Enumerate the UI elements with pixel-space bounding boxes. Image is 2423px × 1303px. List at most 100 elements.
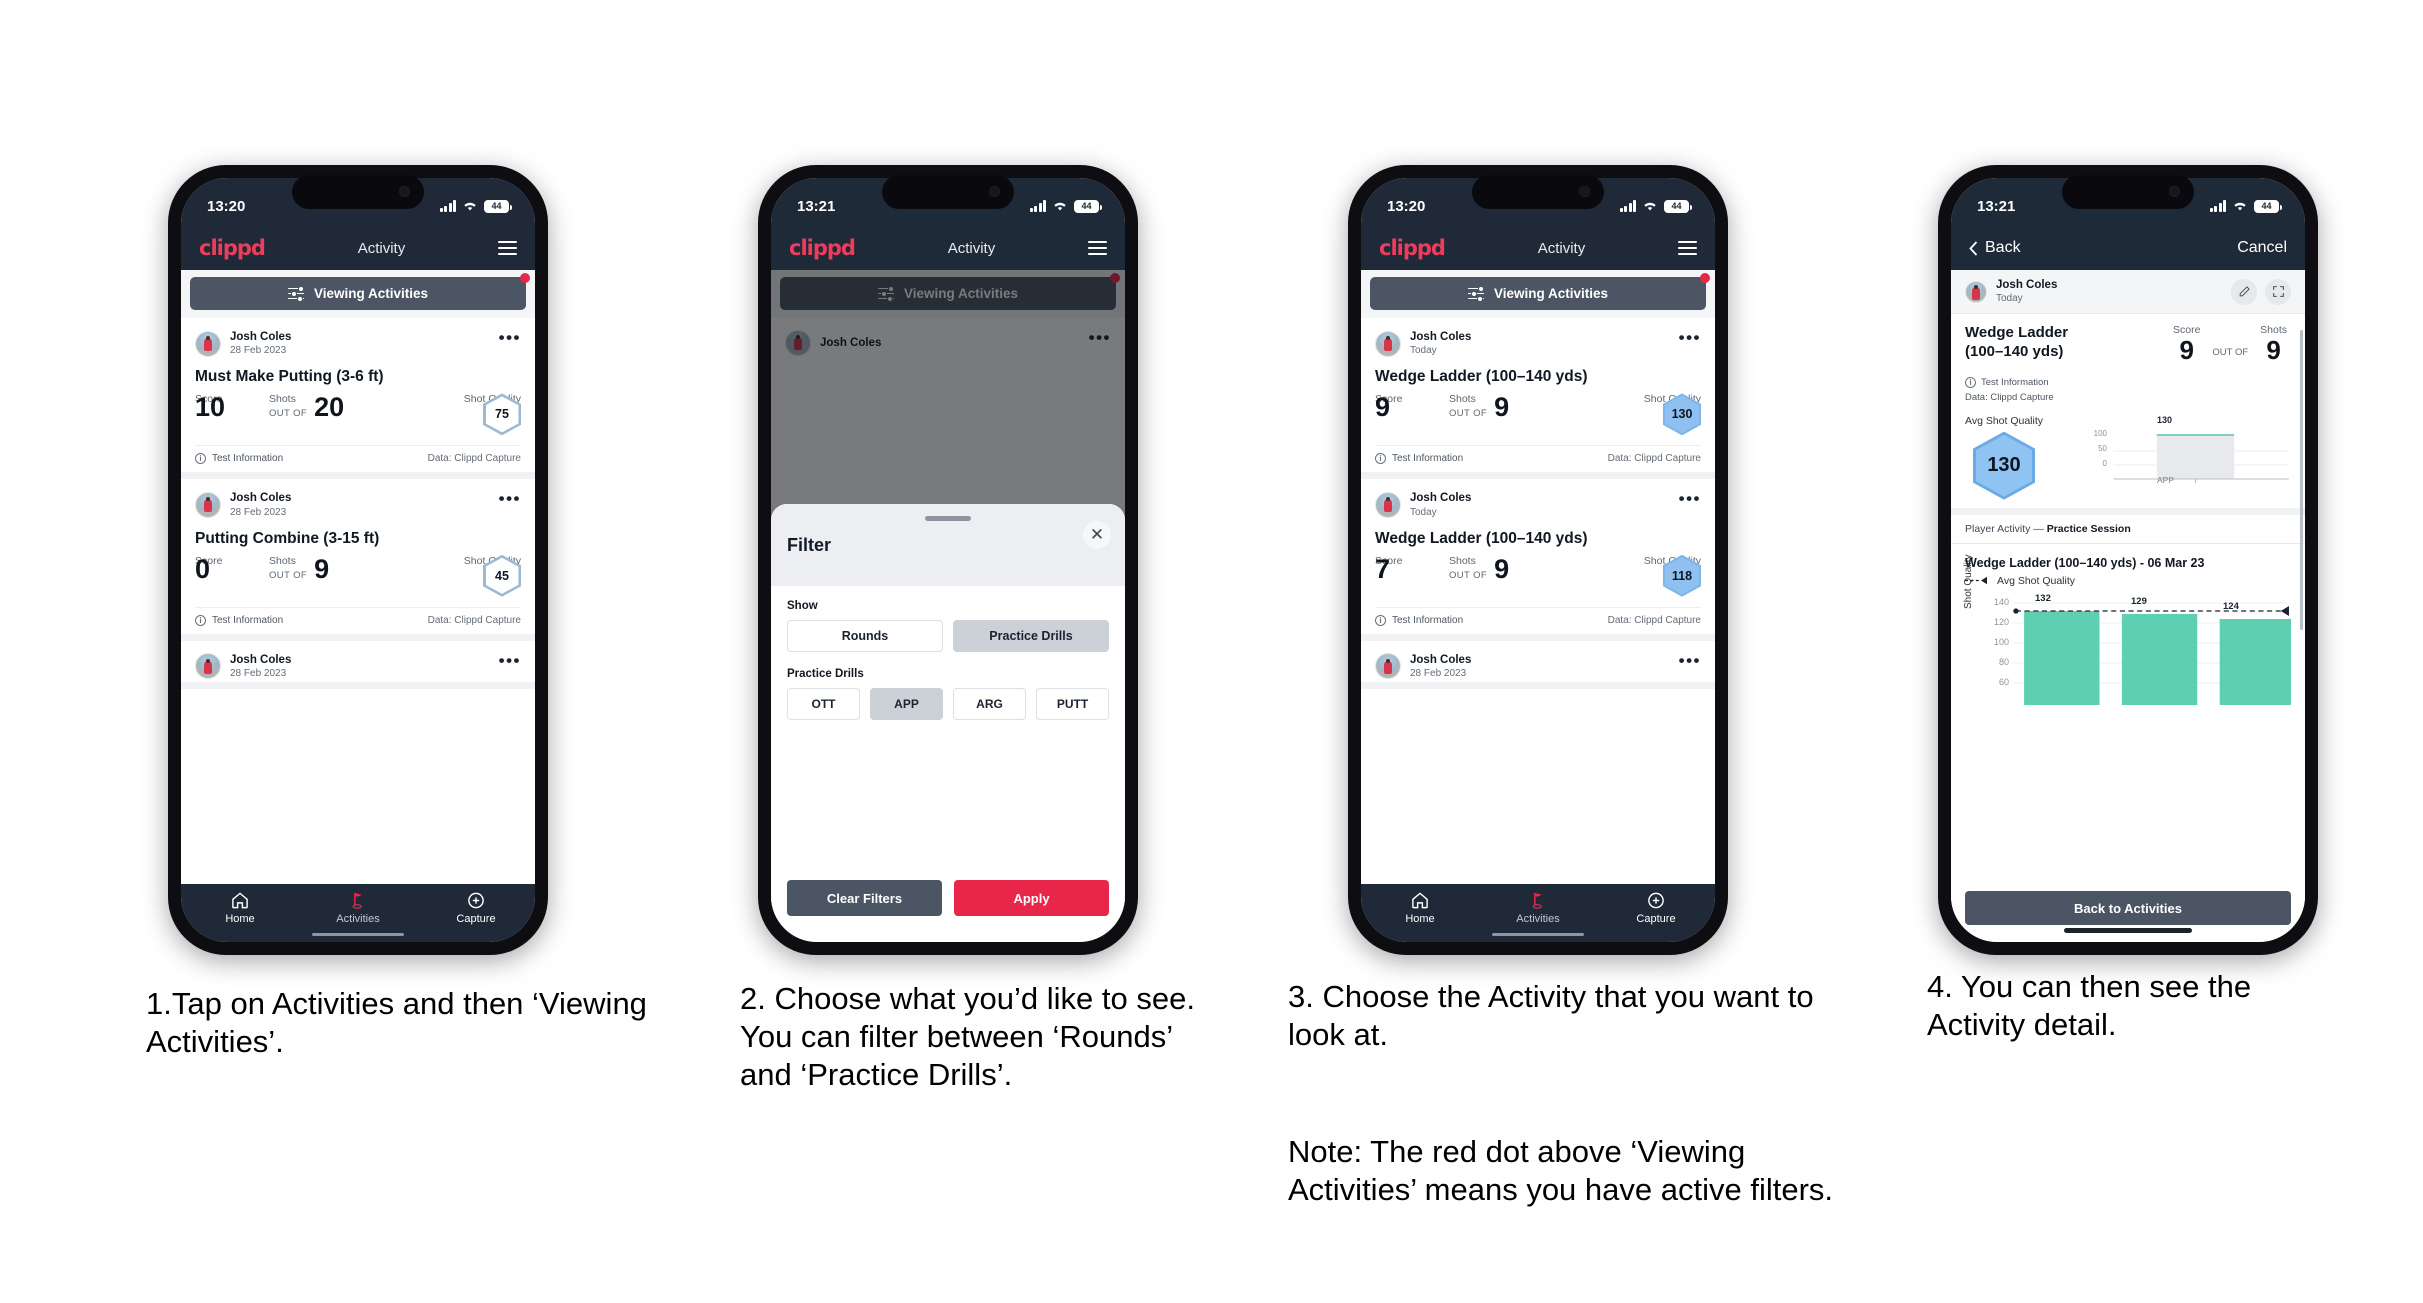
shot-quality-hexagon: 130 [1663,393,1701,436]
chart-title: Wedge Ladder (100–140 yds) - 06 Mar 23 [1965,555,2205,570]
menu-icon[interactable] [498,240,517,256]
detail-meta: i Test Information Data: Clippd Capture [1965,375,2291,405]
show-label: Show [787,600,818,612]
tab-home[interactable]: Home [182,891,299,925]
battery-icon: 44 [1664,199,1692,213]
tab-activities[interactable]: Activities [1480,891,1597,925]
score-value: 10 [195,392,226,423]
caption-step-3: 3. Choose the Activity that you want to … [1288,979,1814,1052]
page-title: Activity [357,239,406,257]
chevron-left-icon [1969,240,1978,256]
activity-date: 28 Feb 2023 [230,668,287,680]
back-to-activities-button[interactable]: Back to Activities [1965,891,2291,925]
cellular-icon [2209,200,2226,212]
mini-bar-label: 130 [2157,414,2173,425]
avg-shot-quality-hexagon: 130 [1973,431,2035,500]
activity-title: Putting Combine (3-15 ft) [195,529,380,547]
data-source-label: Data: Clippd Capture [427,614,521,626]
plus-circle-icon [1648,892,1664,909]
practice-drills-label: Practice Drills [787,668,864,680]
page-title: Activity [1537,239,1586,257]
caption-step-4: 4. You can then see the Activity detail. [1927,969,2252,1042]
activity-date: 28 Feb 2023 [1410,668,1467,680]
apply-button[interactable]: Apply [954,880,1109,916]
card-menu-icon[interactable]: ••• [1679,490,1701,507]
modal-footer: Clear Filters Apply [771,880,1125,942]
activity-card[interactable]: Josh Coles 28 Feb 2023 ••• [181,640,535,690]
menu-icon[interactable] [1088,240,1107,256]
info-icon: i [1375,614,1386,626]
tab-capture[interactable]: Capture [1598,891,1715,925]
fullscreen-icon[interactable] [2265,278,2291,305]
mini-ytick-100: 100 [2093,428,2107,438]
mini-xtick-app: APP [2157,474,2175,485]
scrollbar[interactable] [2300,330,2303,630]
drag-handle[interactable] [925,516,971,521]
screen-body-2: Viewing Activities Josh Coles ••• [771,270,1125,942]
status-time: 13:21 [1977,197,2016,215]
card-menu-icon[interactable]: ••• [1679,652,1701,669]
score-value: 9 [1375,392,1391,423]
avatar [195,492,221,519]
card-menu-icon[interactable]: ••• [499,490,521,507]
chip-arg[interactable]: ARG [953,688,1026,720]
tab-capture[interactable]: Capture [418,891,535,925]
user-name: Josh Coles [1410,653,1472,666]
avatar [1965,280,1987,303]
tab-label: Capture [1636,913,1676,925]
chip-app[interactable]: APP [870,688,943,720]
shot-quality-bar-chart: Shot Quality 140 120 100 80 60 132 129 1… [1963,554,2291,705]
avatar [195,330,221,357]
show-options: Rounds Practice Drills [787,620,1109,652]
tab-bar-1: Home Activities Capture [181,884,535,942]
plus-circle-icon [468,892,484,909]
chart-legend: Avg Shot Quality [1965,575,2291,587]
menu-icon[interactable] [1678,240,1697,256]
activity-card[interactable]: Josh Coles 28 Feb 2023 ••• Putting Combi… [181,479,535,641]
option-practice-drills[interactable]: Practice Drills [953,620,1109,652]
shots-value: 9 [1494,392,1510,423]
clear-filters-button[interactable]: Clear Filters [787,880,942,916]
caption-step-1: 1.Tap on Activities and then ‘Viewing Ac… [146,986,647,1059]
shot-quality-value: 75 [485,396,519,433]
activity-date: Today [1410,345,1437,357]
ytick-100: 100 [1993,636,2009,647]
modal-header: Filter ✕ [771,504,1125,586]
filter-bar-label: Viewing Activities [1493,286,1609,301]
viewing-activities-button[interactable]: Viewing Activities [190,277,526,310]
data-source-label: Data: Clippd Capture [1607,614,1701,626]
out-of-label: OUT OF [269,569,308,581]
sliders-icon [1467,285,1484,302]
chip-putt[interactable]: PUTT [1036,688,1109,720]
pencil-icon[interactable] [2231,278,2257,305]
phone-2: 13:21 44 clippd Activity Filter ✕ Show R… [758,165,1138,955]
info-icon: i [195,453,206,465]
tab-activities[interactable]: Activities [300,891,417,925]
activity-title: Wedge Ladder (100–140 yds) [1375,529,1588,547]
page-title: Activity [947,239,996,257]
shots-value: 9 [2266,335,2281,366]
activity-card[interactable]: Josh Coles 28 Feb 2023 ••• Must Make Put… [181,318,535,480]
activity-card[interactable]: Josh Coles Today ••• Wedge Ladder (100–1… [1361,479,1715,641]
option-rounds[interactable]: Rounds [787,620,943,652]
activity-card[interactable]: Josh Coles 28 Feb 2023 ••• [1361,640,1715,690]
card-menu-icon[interactable]: ••• [1679,329,1701,346]
user-name: Josh Coles [230,653,292,666]
cancel-button[interactable]: Cancel [2237,239,2287,257]
close-icon[interactable]: ✕ [1083,521,1111,549]
viewing-activities-button[interactable]: Viewing Activities [1370,277,1706,310]
tab-home[interactable]: Home [1362,891,1479,925]
shot-quality-value: 118 [1665,557,1699,595]
clippd-logo: clippd [1379,236,1446,260]
modal-body: Show Rounds Practice Drills Practice Dri… [771,586,1125,880]
activity-title: Wedge Ladder (100–140 yds) [1375,368,1588,386]
activity-card[interactable]: Josh Coles Today ••• Wedge Ladder (100–1… [1361,318,1715,480]
user-name: Josh Coles [1410,492,1472,505]
card-menu-icon[interactable]: ••• [499,329,521,346]
app-bar-3: clippd Activity [1361,226,1715,270]
card-menu-icon[interactable]: ••• [499,652,521,669]
filter-modal: Filter ✕ Show Rounds Practice Drills Pra… [771,504,1125,942]
tab-indicator [1492,933,1584,936]
back-button[interactable]: Back [1969,239,2021,257]
chip-ott[interactable]: OTT [787,688,860,720]
